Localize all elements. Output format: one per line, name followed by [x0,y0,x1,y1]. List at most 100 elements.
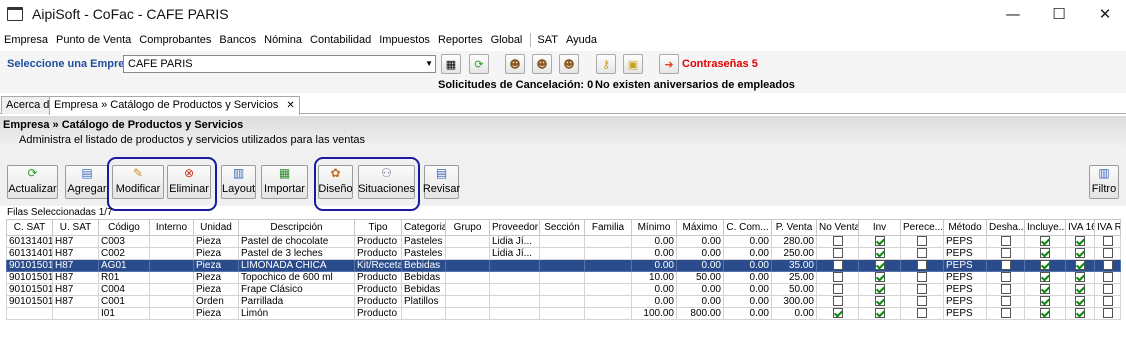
column-header[interactable]: C. Com... [723,219,772,236]
table-row[interactable]: 90101501 H87 C004 Pieza Frape Clásico Product… [6,283,1121,296]
unchecked-checkbox[interactable] [917,272,927,283]
column-header[interactable]: No Venta [816,219,859,236]
menu-item-6[interactable]: Impuestos [376,34,433,46]
unchecked-checkbox[interactable] [832,284,843,295]
checked-checkbox[interactable] [874,248,885,259]
lock-icon[interactable]: ▣ [623,54,643,74]
menu-item-10[interactable]: Ayuda [563,34,600,46]
menu-item-5[interactable]: Contabilidad [307,34,374,46]
column-header[interactable]: Mínimo [631,219,677,236]
layout-button[interactable]: ▥ Layout [221,165,256,199]
checked-checkbox[interactable] [874,236,885,247]
column-header[interactable]: Familia [584,219,632,236]
checked-checkbox[interactable] [874,272,885,283]
unchecked-checkbox[interactable] [917,236,927,247]
checked-checkbox[interactable] [1075,248,1085,259]
checked-checkbox[interactable] [1075,296,1085,307]
minimize-button[interactable]: — [990,0,1036,28]
unchecked-checkbox[interactable] [1000,296,1011,307]
checked-checkbox[interactable] [874,296,885,307]
column-header[interactable]: Tipo [354,219,402,236]
unchecked-checkbox[interactable] [1102,296,1113,307]
checked-checkbox[interactable] [1075,272,1085,283]
calculator-icon[interactable]: ▦ [441,54,461,74]
column-header[interactable]: Método [943,219,987,236]
checked-checkbox[interactable] [1040,296,1050,307]
table-row[interactable]: 90101501 H87 AG01 Pieza LIMONADA CHICA Kit/Re… [6,259,1121,272]
column-header[interactable]: C. SAT [6,219,53,236]
unchecked-checkbox[interactable] [1000,308,1011,319]
checked-checkbox[interactable] [1075,308,1085,319]
unchecked-checkbox[interactable] [1102,272,1113,283]
column-header[interactable]: Proveedor [489,219,540,236]
column-header[interactable]: IVA R... [1094,219,1121,236]
refresh-icon[interactable]: ⟳ [469,54,489,74]
table-row[interactable]: 90101501 H87 C001 Orden Parrillada Producto Pl… [6,295,1121,308]
checked-checkbox[interactable] [1075,284,1085,295]
menu-item-4[interactable]: Nómina [261,34,305,46]
empresa-select[interactable]: CAFE PARIS ▼ [123,55,436,73]
checked-checkbox[interactable] [874,260,885,271]
user-icon[interactable]: ☻ [505,54,525,74]
unchecked-checkbox[interactable] [917,308,927,319]
unchecked-checkbox[interactable] [832,236,843,247]
column-header[interactable]: Categoria [401,219,446,236]
actualizar-button[interactable]: ⟳ Actualizar [7,165,58,199]
maximize-button[interactable]: ☐ [1036,0,1082,28]
column-header[interactable]: U. SAT [52,219,99,236]
table-row[interactable]: 90101501 H87 R01 Pieza Topochico de 600 ml Pr… [6,271,1121,284]
checked-checkbox[interactable] [1040,284,1050,295]
user-edit-icon[interactable]: ☻ [532,54,552,74]
column-header[interactable]: Interno [149,219,194,236]
unchecked-checkbox[interactable] [1000,272,1011,283]
unchecked-checkbox[interactable] [917,260,927,271]
column-header[interactable]: Código [98,219,150,236]
go-arrow-icon[interactable]: ➜ [659,54,679,74]
menu-item-0[interactable]: Empresa [1,34,51,46]
unchecked-checkbox[interactable] [917,248,927,259]
unchecked-checkbox[interactable] [1102,308,1113,319]
close-button[interactable]: ✕ [1082,0,1126,28]
checked-checkbox[interactable] [1040,260,1050,271]
column-header[interactable]: Desha... [986,219,1025,236]
menu-item-3[interactable]: Bancos [216,34,259,46]
unchecked-checkbox[interactable] [832,260,843,271]
column-header[interactable]: Perece... [900,219,944,236]
checked-checkbox[interactable] [1040,248,1050,259]
column-header[interactable]: P. Venta [771,219,817,236]
contrasenas-link[interactable]: Contraseñas 5 [682,58,758,70]
menu-item-2[interactable]: Comprobantes [136,34,214,46]
unchecked-checkbox[interactable] [832,272,843,283]
unchecked-checkbox[interactable] [832,296,843,307]
tab-catalogo[interactable]: Empresa » Catálogo de Productos y Servic… [49,96,300,115]
revisar-button[interactable]: ▤ Revisar [423,165,460,199]
column-header[interactable]: Máximo [676,219,724,236]
unchecked-checkbox[interactable] [917,296,927,307]
checked-checkbox[interactable] [1040,308,1050,319]
unchecked-checkbox[interactable] [1102,284,1113,295]
unchecked-checkbox[interactable] [1000,248,1011,259]
column-header[interactable]: Grupo [445,219,490,236]
menu-item-1[interactable]: Punto de Venta [53,34,134,46]
unchecked-checkbox[interactable] [1102,248,1113,259]
filtro-button[interactable]: ▥ Filtro [1089,165,1119,199]
checked-checkbox[interactable] [1040,236,1050,247]
column-header[interactable]: Unidad [193,219,239,236]
unchecked-checkbox[interactable] [917,284,927,295]
table-row[interactable]: I01 Pieza Limón Producto 100.00 800.00 0.00 0.0… [6,307,1121,320]
checked-checkbox[interactable] [1075,260,1085,271]
unchecked-checkbox[interactable] [832,248,843,259]
checked-checkbox[interactable] [1075,236,1085,247]
checked-checkbox[interactable] [1040,272,1050,283]
unchecked-checkbox[interactable] [1000,260,1011,271]
table-row[interactable]: 60131401 H87 C002 Pieza Pastel de 3 leches Pr… [6,247,1121,260]
checked-checkbox[interactable] [874,284,885,295]
close-tab-icon[interactable]: ✕ [286,100,294,111]
menu-item-7[interactable]: Reportes [435,34,486,46]
checked-checkbox[interactable] [874,308,885,319]
unchecked-checkbox[interactable] [1000,236,1011,247]
table-row[interactable]: 60131401 H87 C003 Pieza Pastel de chocolate P… [6,235,1121,248]
menu-item-9[interactable]: SAT [534,34,561,46]
checked-checkbox[interactable] [832,308,843,319]
column-header[interactable]: Sección [539,219,585,236]
